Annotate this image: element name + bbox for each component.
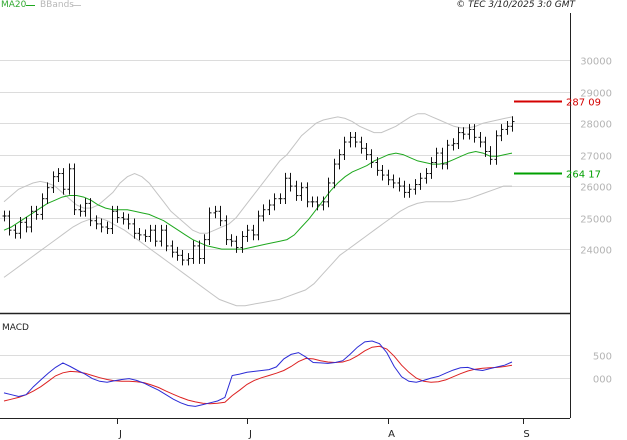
price-bar — [83, 198, 88, 217]
y-tick-label: 26000 — [580, 183, 612, 194]
price-bar — [407, 183, 412, 198]
price-bar — [494, 130, 499, 165]
macd-y-tick-label: 500 — [593, 352, 612, 363]
price-bar — [99, 218, 104, 233]
y-tick-label: 28000 — [580, 120, 612, 131]
y-tick-label: 24000 — [580, 246, 612, 257]
price-bar — [7, 210, 12, 236]
price-bar — [283, 172, 288, 205]
price-bar — [143, 229, 148, 242]
price-bar — [397, 177, 402, 192]
price-bar — [159, 224, 164, 247]
price-bar — [224, 215, 229, 245]
price-bar — [342, 136, 347, 160]
price-bar — [467, 124, 472, 140]
x-tick-label: A — [388, 429, 395, 440]
price-bar — [337, 149, 342, 170]
price-bar — [105, 221, 110, 234]
price-bar — [272, 193, 277, 211]
price-bar — [153, 224, 158, 247]
price-bar — [445, 139, 450, 170]
x-tick-label: J — [118, 429, 122, 440]
price-bar — [348, 131, 353, 148]
price-bar — [386, 169, 391, 186]
price-bar — [364, 142, 369, 160]
price-bar — [310, 196, 315, 208]
price-bar — [186, 253, 191, 266]
price-bar — [256, 210, 261, 241]
price-bar — [251, 224, 256, 241]
price-bar — [434, 147, 439, 168]
y-tick-label: 25000 — [580, 215, 612, 226]
price-bar — [132, 218, 137, 239]
price-bar — [207, 207, 212, 245]
price-bar — [180, 249, 185, 266]
price-bar — [191, 240, 196, 264]
price-bar — [456, 127, 461, 149]
macd-y-tick-label: 000 — [593, 375, 612, 386]
price-bar — [45, 182, 50, 205]
resistance-level-label: 287 09 — [566, 98, 601, 109]
price-bar — [402, 180, 407, 198]
price-bar — [440, 147, 445, 170]
price-bar — [478, 131, 483, 148]
price-bar — [278, 193, 283, 205]
price-bar — [13, 224, 18, 239]
price-bar — [424, 168, 429, 184]
price-bar — [234, 235, 239, 253]
price-bar — [315, 196, 320, 211]
price-bar — [24, 216, 29, 233]
price-bar — [288, 172, 293, 192]
price-bar — [267, 199, 272, 216]
price-bar — [61, 168, 66, 195]
price-bar — [137, 227, 142, 241]
price-bar — [126, 213, 131, 230]
price-bar — [359, 136, 364, 154]
price-bar — [245, 224, 250, 242]
price-bar — [332, 158, 337, 189]
macd-line — [3, 340, 513, 407]
price-bar — [67, 163, 72, 195]
price-bar — [294, 180, 299, 201]
price-bar — [51, 171, 56, 194]
price-bar — [418, 172, 423, 190]
price-bar — [299, 182, 304, 201]
price-bar — [88, 198, 93, 227]
price-bar — [72, 163, 77, 216]
support-level-label: 264 17 — [566, 170, 601, 181]
price-bar — [218, 205, 223, 227]
price-bar — [148, 224, 153, 242]
price-bar — [164, 224, 169, 252]
price-bar — [213, 205, 218, 219]
price-bar — [461, 127, 466, 140]
price-bar — [2, 210, 7, 222]
price-bar — [429, 157, 434, 179]
price-bar — [56, 168, 61, 183]
price-bar — [40, 193, 45, 220]
price-bar — [115, 205, 120, 223]
y-tick-label: 27000 — [580, 152, 612, 163]
price-bar — [451, 138, 456, 151]
y-tick-label: 30000 — [580, 57, 612, 68]
price-bar — [34, 205, 39, 220]
price-bar — [380, 165, 385, 181]
price-bar — [353, 131, 358, 148]
price-bar — [175, 246, 180, 261]
x-tick-label: J — [248, 429, 252, 440]
price-bar — [197, 240, 202, 264]
price-bar — [229, 234, 234, 247]
price-bar — [29, 205, 34, 233]
chart-canvas: 2400025000260002700028000290003000000050… — [0, 13, 612, 440]
x-tick-label: S — [523, 429, 529, 440]
price-bar — [499, 124, 504, 142]
price-bar — [369, 149, 374, 168]
macd-signal-line — [3, 345, 513, 405]
